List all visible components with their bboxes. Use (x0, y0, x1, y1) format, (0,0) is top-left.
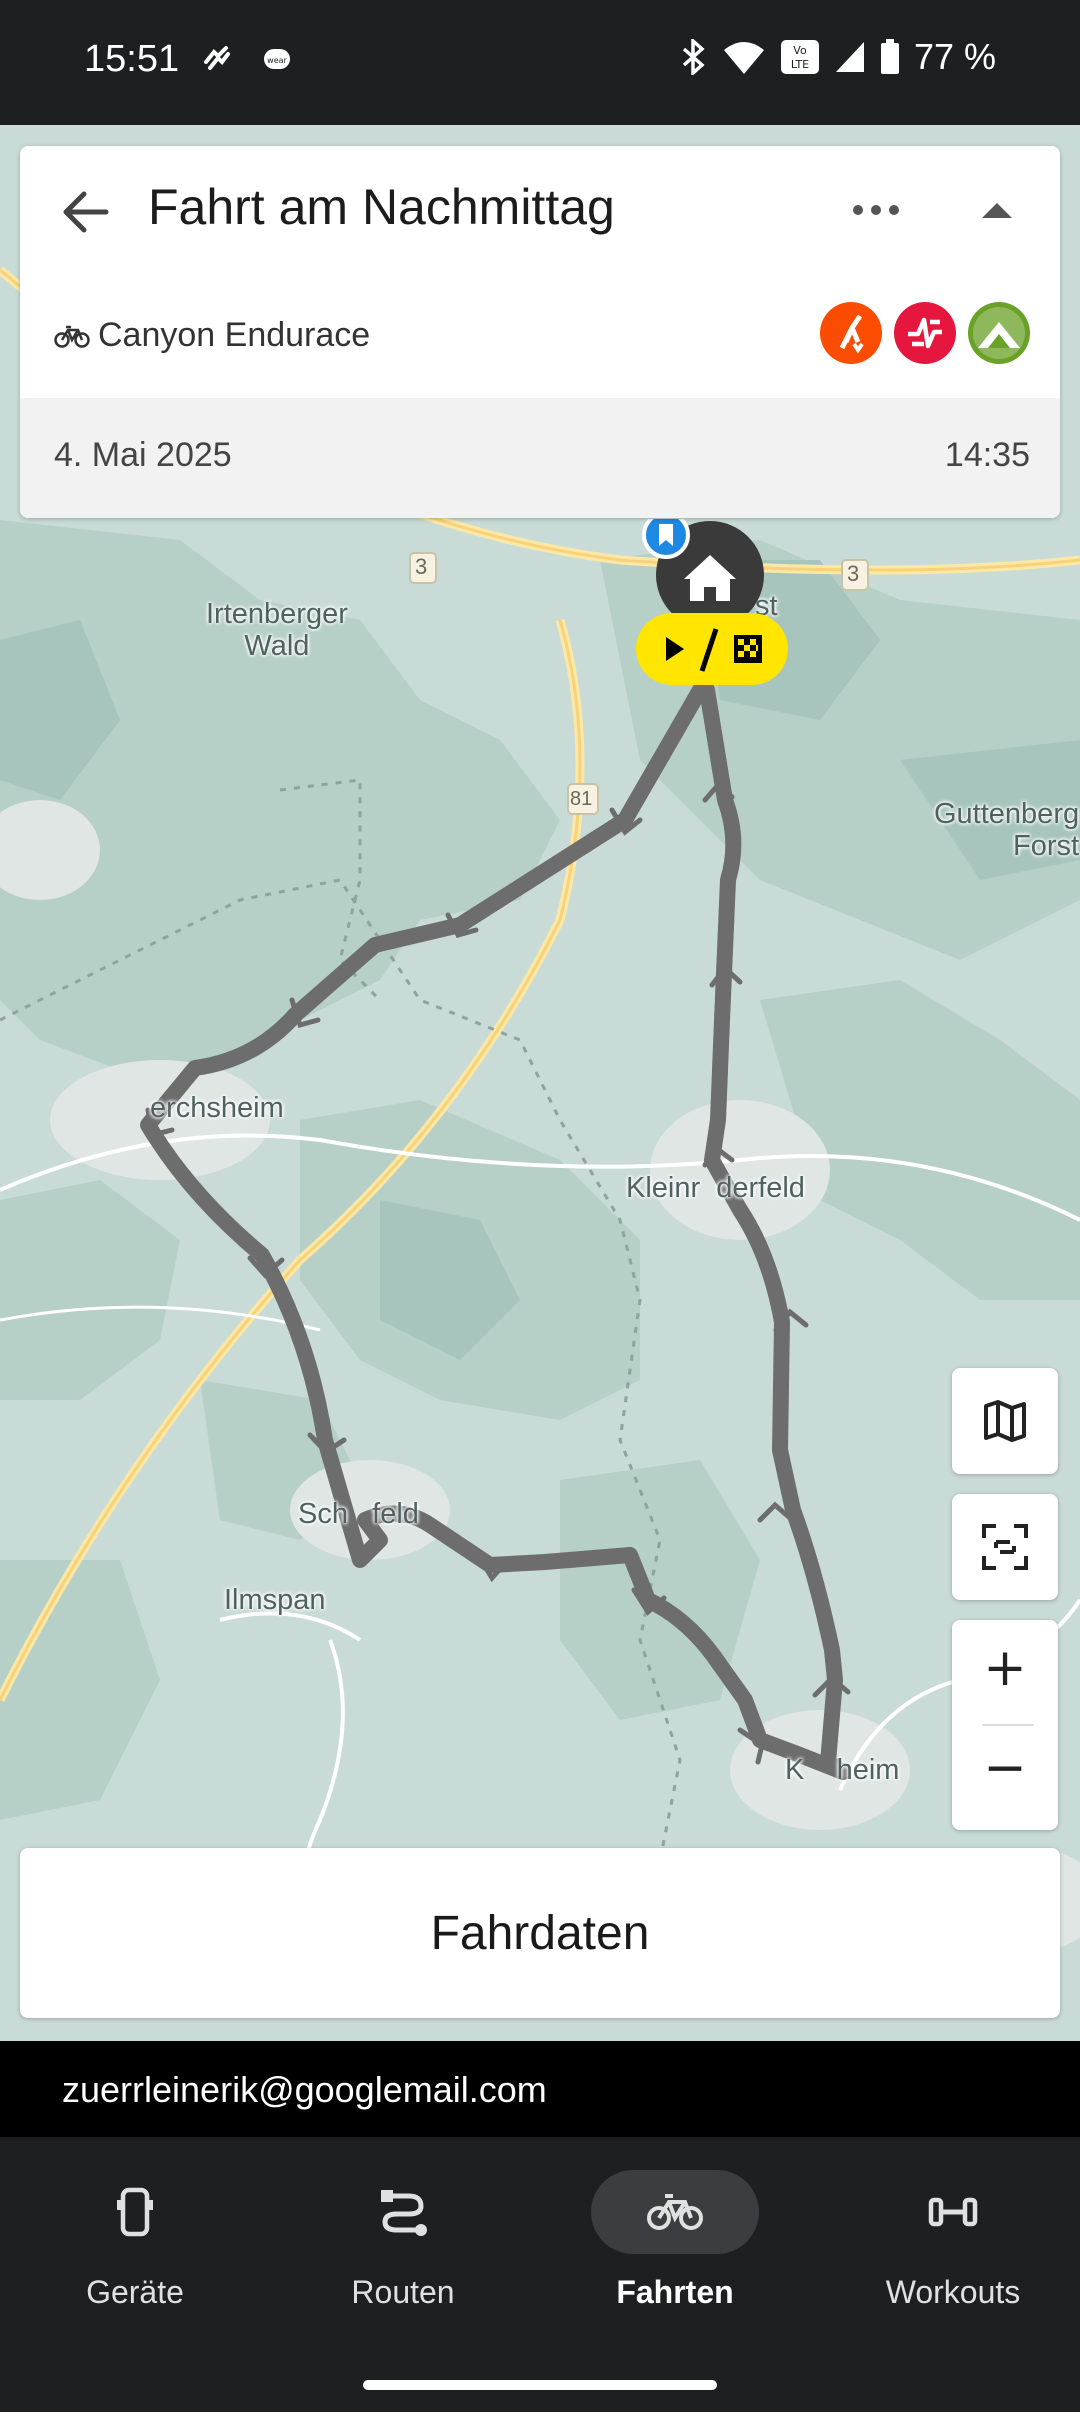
device-icon (117, 2187, 153, 2237)
account-email: zuerrleinerik@googlemail.com (62, 2069, 547, 2110)
svg-text:Vo: Vo (793, 44, 807, 57)
activity-date: 4. Mai 2025 (54, 436, 232, 474)
map-icon (984, 1400, 1026, 1442)
connected-apps (820, 302, 1030, 364)
road-label-3a: 3 (415, 554, 428, 579)
intervals-icon[interactable] (894, 302, 956, 364)
nav-item-geraete[interactable]: Geräte (0, 2170, 270, 2330)
strava-icon[interactable] (820, 302, 882, 364)
zoom-controls: + − (952, 1620, 1058, 1830)
bike-icon (647, 2194, 703, 2230)
zoom-divider (982, 1724, 1034, 1726)
zoom-in-button[interactable]: + (952, 1638, 1058, 1698)
home-gesture-bar[interactable] (363, 2380, 717, 2390)
bottom-navigation: Geräte Routen Fahrten Workouts (0, 2140, 1080, 2412)
wear-icon: wear (264, 49, 290, 69)
activity-title[interactable]: Fahrt am Nachmittag (148, 178, 615, 236)
route-icon (381, 2190, 427, 2236)
bike-name: Canyon Endurace (98, 316, 371, 354)
bike-icon (54, 325, 90, 348)
home-marker[interactable] (636, 519, 796, 689)
place-gerchsheim: erchsheim (150, 1092, 284, 1124)
collapse-icon[interactable] (972, 190, 1022, 230)
map-style-button[interactable] (952, 1368, 1058, 1474)
place-kleinrinderfeld: Kleinr derfeld (626, 1172, 805, 1204)
place-guttenberger-forst: Guttenberg Forst (934, 798, 1080, 862)
nav-item-fahrten[interactable]: Fahrten (540, 2170, 810, 2330)
dumbbell-icon (928, 2197, 978, 2227)
signal-icon (835, 42, 864, 72)
komoot-icon[interactable] (968, 302, 1030, 364)
volte-icon: Vo LTE (780, 40, 819, 74)
battery-icon (880, 39, 899, 74)
ride-data-button[interactable]: Fahrdaten (20, 1848, 1060, 2018)
place-ilmspan: Ilmspan (224, 1584, 326, 1616)
nav-label-workouts: Workouts (885, 2274, 1021, 2310)
battery-percent: 77 % (913, 36, 996, 77)
place-irtenberger-wald: Irtenberger Wald (206, 598, 348, 662)
activity-header-card: Fahrt am Nachmittag Canyon Endurace 4. M… (20, 146, 1060, 518)
place-schoenfeld: Sch feld (298, 1498, 419, 1530)
place-kirchheim: K heim (785, 1754, 900, 1786)
zoom-out-button[interactable]: − (952, 1738, 1058, 1798)
activity-time: 14:35 (944, 436, 1030, 474)
road-label-81: 81 (570, 788, 593, 810)
nav-item-workouts[interactable]: Workouts (818, 2170, 1080, 2330)
nav-label-routen: Routen (351, 2274, 455, 2310)
bluetooth-icon (682, 39, 705, 75)
account-bar: zuerrleinerik@googlemail.com (0, 2041, 1080, 2137)
status-time: 15:51 (84, 38, 180, 80)
start-finish-badge (636, 613, 788, 685)
notification-icon (204, 46, 230, 70)
nav-label-fahrten: Fahrten (616, 2274, 734, 2310)
fit-route-button[interactable] (952, 1494, 1058, 1600)
finish-flag-icon (734, 635, 762, 663)
back-arrow-icon[interactable] (58, 184, 114, 240)
status-icons: Vo LTE 77 % (680, 36, 996, 78)
date-row: 4. Mai 2025 14:35 (20, 398, 1060, 518)
svg-text:LTE: LTE (791, 58, 809, 71)
svg-text:wear: wear (267, 56, 287, 65)
road-label-3b: 3 (847, 561, 860, 586)
nav-item-routen[interactable]: Routen (268, 2170, 538, 2330)
wifi-icon (723, 42, 764, 74)
status-bar: 15:51 wear Vo LTE 77 % (0, 0, 1080, 125)
bike-info: Canyon Endurace (54, 316, 370, 355)
more-options-icon[interactable] (846, 190, 906, 230)
fit-screen-icon (982, 1524, 1028, 1570)
nav-label-geraete: Geräte (86, 2274, 184, 2310)
